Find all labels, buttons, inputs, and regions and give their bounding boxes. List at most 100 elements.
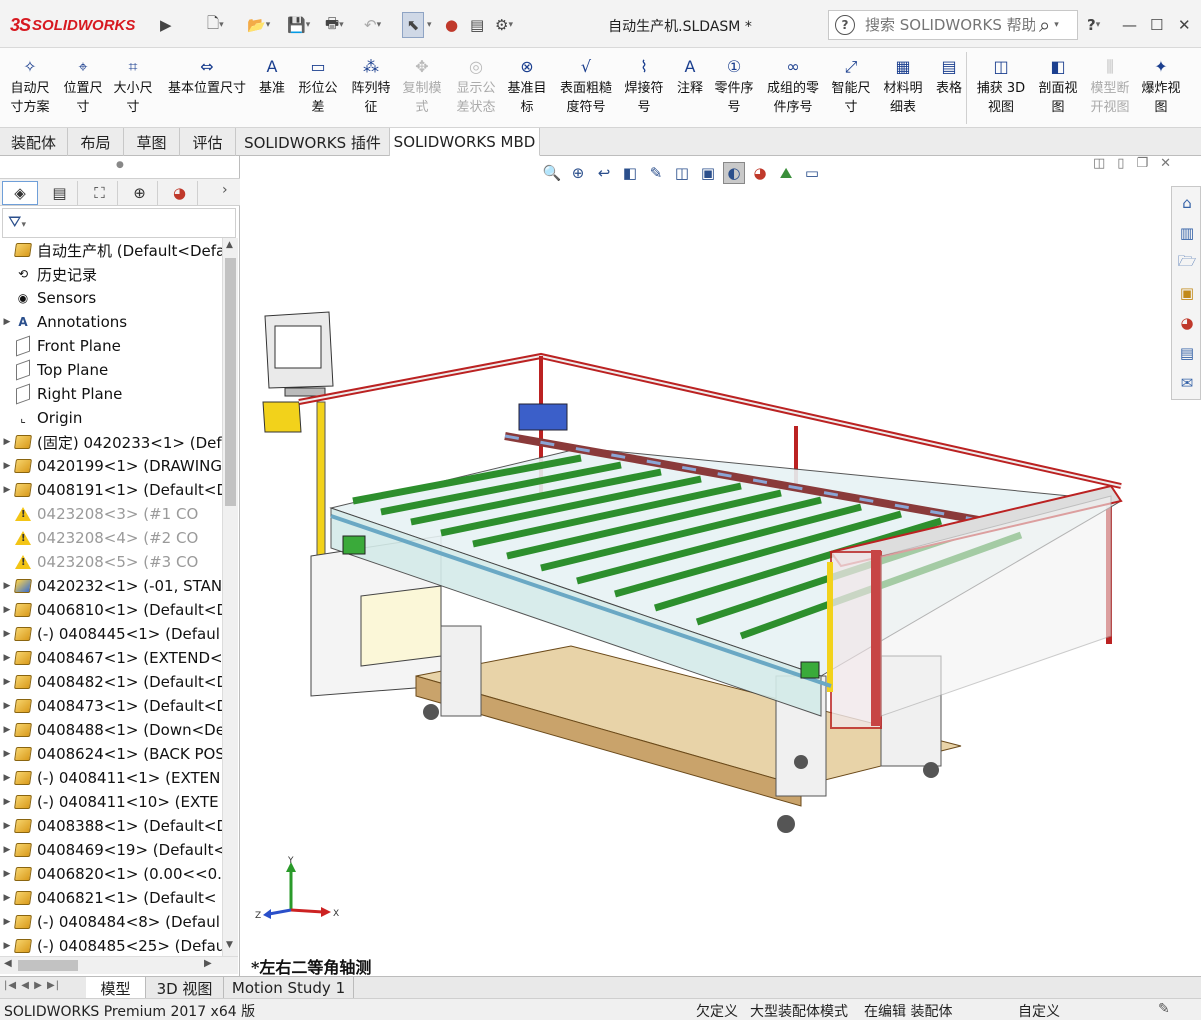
- tree-filter[interactable]: ⛛▾: [2, 208, 236, 238]
- expand-arrow-icon[interactable]: ▶: [0, 725, 14, 735]
- tree-item[interactable]: Front Plane: [0, 334, 222, 358]
- status-custom-units[interactable]: 自定义: [1018, 1001, 1060, 1021]
- property-manager-icon[interactable]: ▤: [42, 181, 78, 205]
- exploded-view-button[interactable]: ✦ 爆炸视图: [1136, 54, 1186, 117]
- tree-item[interactable]: ◉ Sensors: [0, 286, 222, 310]
- auto-dim-button[interactable]: ✧ 自动尺 寸方案: [4, 54, 56, 117]
- capture-3d-view-button[interactable]: ◫ 捕获 3D 视图: [972, 54, 1030, 117]
- tree-item[interactable]: ▶ 0408473<1> (Default<D: [0, 694, 222, 718]
- stacked-balloon-button[interactable]: ∞ 成组的零 件序号: [760, 54, 826, 117]
- expand-arrow-icon[interactable]: ▶: [0, 869, 14, 879]
- expand-arrow-icon[interactable]: ▶: [0, 797, 14, 807]
- section-view-button[interactable]: ◧ 剖面视图: [1034, 54, 1082, 117]
- scroll-down-icon[interactable]: ▼: [226, 940, 233, 950]
- file-explorer-icon[interactable]: 🗁: [1176, 251, 1198, 275]
- expand-arrow-icon[interactable]: ▶: [0, 317, 14, 327]
- print-icon[interactable]: 🖶 ▾: [325, 12, 344, 38]
- undo-icon[interactable]: ↶ ▾: [364, 12, 381, 38]
- surface-finish-button[interactable]: √ 表面粗糙 度符号: [556, 54, 616, 117]
- design-library-icon[interactable]: ▥: [1176, 221, 1198, 245]
- expand-arrow-icon[interactable]: ▶: [0, 437, 14, 447]
- tree-item[interactable]: ▶ 0406821<1> (Default<: [0, 886, 222, 910]
- traffic-light-icon[interactable]: ●: [445, 12, 458, 38]
- maximize-icon[interactable]: ☐: [1150, 12, 1163, 38]
- tree-item[interactable]: Right Plane: [0, 382, 222, 406]
- configuration-manager-icon[interactable]: ⛶: [82, 181, 118, 205]
- tree-item[interactable]: ! 0423208<5> (#3 CO: [0, 550, 222, 574]
- expand-arrow-icon[interactable]: ▶: [0, 461, 14, 471]
- expand-arrow-icon[interactable]: ▶: [0, 581, 14, 591]
- status-large-assembly[interactable]: 大型装配体模式: [750, 1001, 848, 1021]
- tree-item[interactable]: ▶ 0408467<1> (EXTEND<: [0, 646, 222, 670]
- tree-item[interactable]: Top Plane: [0, 358, 222, 382]
- help-search-box[interactable]: ? ⌕ ▾: [828, 10, 1078, 40]
- tree-item[interactable]: ▶ 0408469<19> (Default<: [0, 838, 222, 862]
- tree-item[interactable]: 自动生产机 (Default<Defau: [0, 238, 222, 262]
- expand-arrow-icon[interactable]: ▶: [0, 653, 14, 663]
- solidworks-logo[interactable]: 3S SOLIDWORKS: [10, 10, 135, 40]
- expand-arrow-icon[interactable]: ▶: [0, 893, 14, 903]
- model-break-view-button[interactable]: ⫼ 模型断 开视图: [1086, 54, 1134, 117]
- copy-scheme-button[interactable]: ✥ 复制模式: [396, 54, 448, 117]
- basic-location-dim-button[interactable]: ⇔ 基本位置尺寸: [160, 54, 254, 117]
- panel-tabs-more-icon[interactable]: ›: [222, 182, 228, 198]
- smart-dim-button[interactable]: ⤢ 智能尺寸: [828, 54, 874, 117]
- scroll-left-icon[interactable]: ◀: [4, 958, 12, 969]
- expand-arrow-icon[interactable]: ▶: [160, 12, 172, 38]
- show-tolerance-status-button[interactable]: ◎ 显示公 差状态: [450, 54, 502, 117]
- tree-item[interactable]: ▶ 0408388<1> (Default<D: [0, 814, 222, 838]
- help-icon[interactable]: ? ▾: [1087, 12, 1100, 38]
- bottom-tab-0[interactable]: 模型: [86, 977, 146, 999]
- balloon-button[interactable]: ① 零件序号: [710, 54, 758, 117]
- note-button[interactable]: A 注释: [672, 54, 708, 117]
- select-dropdown-icon[interactable]: ▾: [427, 12, 432, 38]
- expand-arrow-icon[interactable]: ▶: [0, 773, 14, 783]
- search-dropdown-icon[interactable]: ▾: [1054, 20, 1059, 30]
- bom-button[interactable]: ▦ 材料明 细表: [878, 54, 928, 117]
- open-file-icon[interactable]: 📂 ▾: [247, 12, 270, 38]
- tree-item[interactable]: ▶ 0420232<1> (-01, STAN: [0, 574, 222, 598]
- table-button[interactable]: ▤ 表格: [930, 54, 968, 117]
- tree-item[interactable]: ▶ (-) 0408411<1> (EXTEN: [0, 766, 222, 790]
- tree-item[interactable]: ▶ 0406820<1> (0.00<<0.: [0, 862, 222, 886]
- save-icon[interactable]: 💾 ▾: [287, 12, 310, 38]
- tree-item[interactable]: ▶ (-) 0408485<25> (Defau: [0, 934, 222, 956]
- assembly-model-graphic[interactable]: [241, 156, 1171, 946]
- size-dim-button[interactable]: ⌗ 大小尺寸: [108, 54, 158, 117]
- tab-5[interactable]: SOLIDWORKS MBD: [390, 128, 540, 156]
- scroll-thumb[interactable]: [225, 258, 236, 506]
- tree-item[interactable]: ▶ (-) 0408411<10> (EXTE: [0, 790, 222, 814]
- status-tooltip-icon[interactable]: ✎: [1158, 1001, 1170, 1017]
- tree-item[interactable]: ⌞ Origin: [0, 406, 222, 430]
- pattern-feature-button[interactable]: ⁂ 阵列特征: [346, 54, 396, 117]
- tree-item[interactable]: ▶ (-) 0408445<1> (Defaul: [0, 622, 222, 646]
- search-icon[interactable]: ⌕: [1039, 13, 1050, 37]
- tree-item[interactable]: ▶ 0408488<1> (Down<De: [0, 718, 222, 742]
- expand-arrow-icon[interactable]: ▶: [0, 485, 14, 495]
- bottom-tab-2[interactable]: Motion Study 1: [224, 977, 354, 999]
- options-gear-icon[interactable]: ⚙ ▾: [495, 12, 513, 38]
- custom-properties-icon[interactable]: ▤: [1176, 341, 1198, 365]
- tree-item[interactable]: ▶ 0406810<1> (Default<D: [0, 598, 222, 622]
- datum-button[interactable]: A 基准: [254, 54, 290, 117]
- scroll-up-icon[interactable]: ▲: [226, 240, 233, 250]
- expand-arrow-icon[interactable]: ▶: [0, 605, 14, 615]
- expand-arrow-icon[interactable]: ▶: [0, 917, 14, 927]
- search-input[interactable]: [865, 16, 1035, 34]
- expand-arrow-icon[interactable]: ▶: [0, 845, 14, 855]
- minimize-icon[interactable]: —: [1122, 12, 1137, 38]
- tab-2[interactable]: 草图: [124, 128, 180, 156]
- file-props-icon[interactable]: ▤: [470, 12, 484, 38]
- datum-target-button[interactable]: ⊗ 基准目标: [502, 54, 552, 117]
- expand-arrow-icon[interactable]: ▶: [0, 749, 14, 759]
- forum-icon[interactable]: ✉: [1176, 371, 1198, 395]
- location-dim-button[interactable]: ⌖ 位置尺寸: [58, 54, 108, 117]
- tree-item[interactable]: ▶ 0420199<1> (DRAWING: [0, 454, 222, 478]
- tab-4[interactable]: SOLIDWORKS 插件: [236, 128, 390, 156]
- expand-arrow-icon[interactable]: ▶: [0, 701, 14, 711]
- expand-arrow-icon[interactable]: ▶: [0, 821, 14, 831]
- bottom-tab-1[interactable]: 3D 视图: [146, 977, 224, 999]
- home-icon[interactable]: ⌂: [1176, 191, 1198, 215]
- tree-item[interactable]: ▶ (-) 0408484<8> (Defaul: [0, 910, 222, 934]
- h-scroll-thumb[interactable]: [18, 960, 78, 971]
